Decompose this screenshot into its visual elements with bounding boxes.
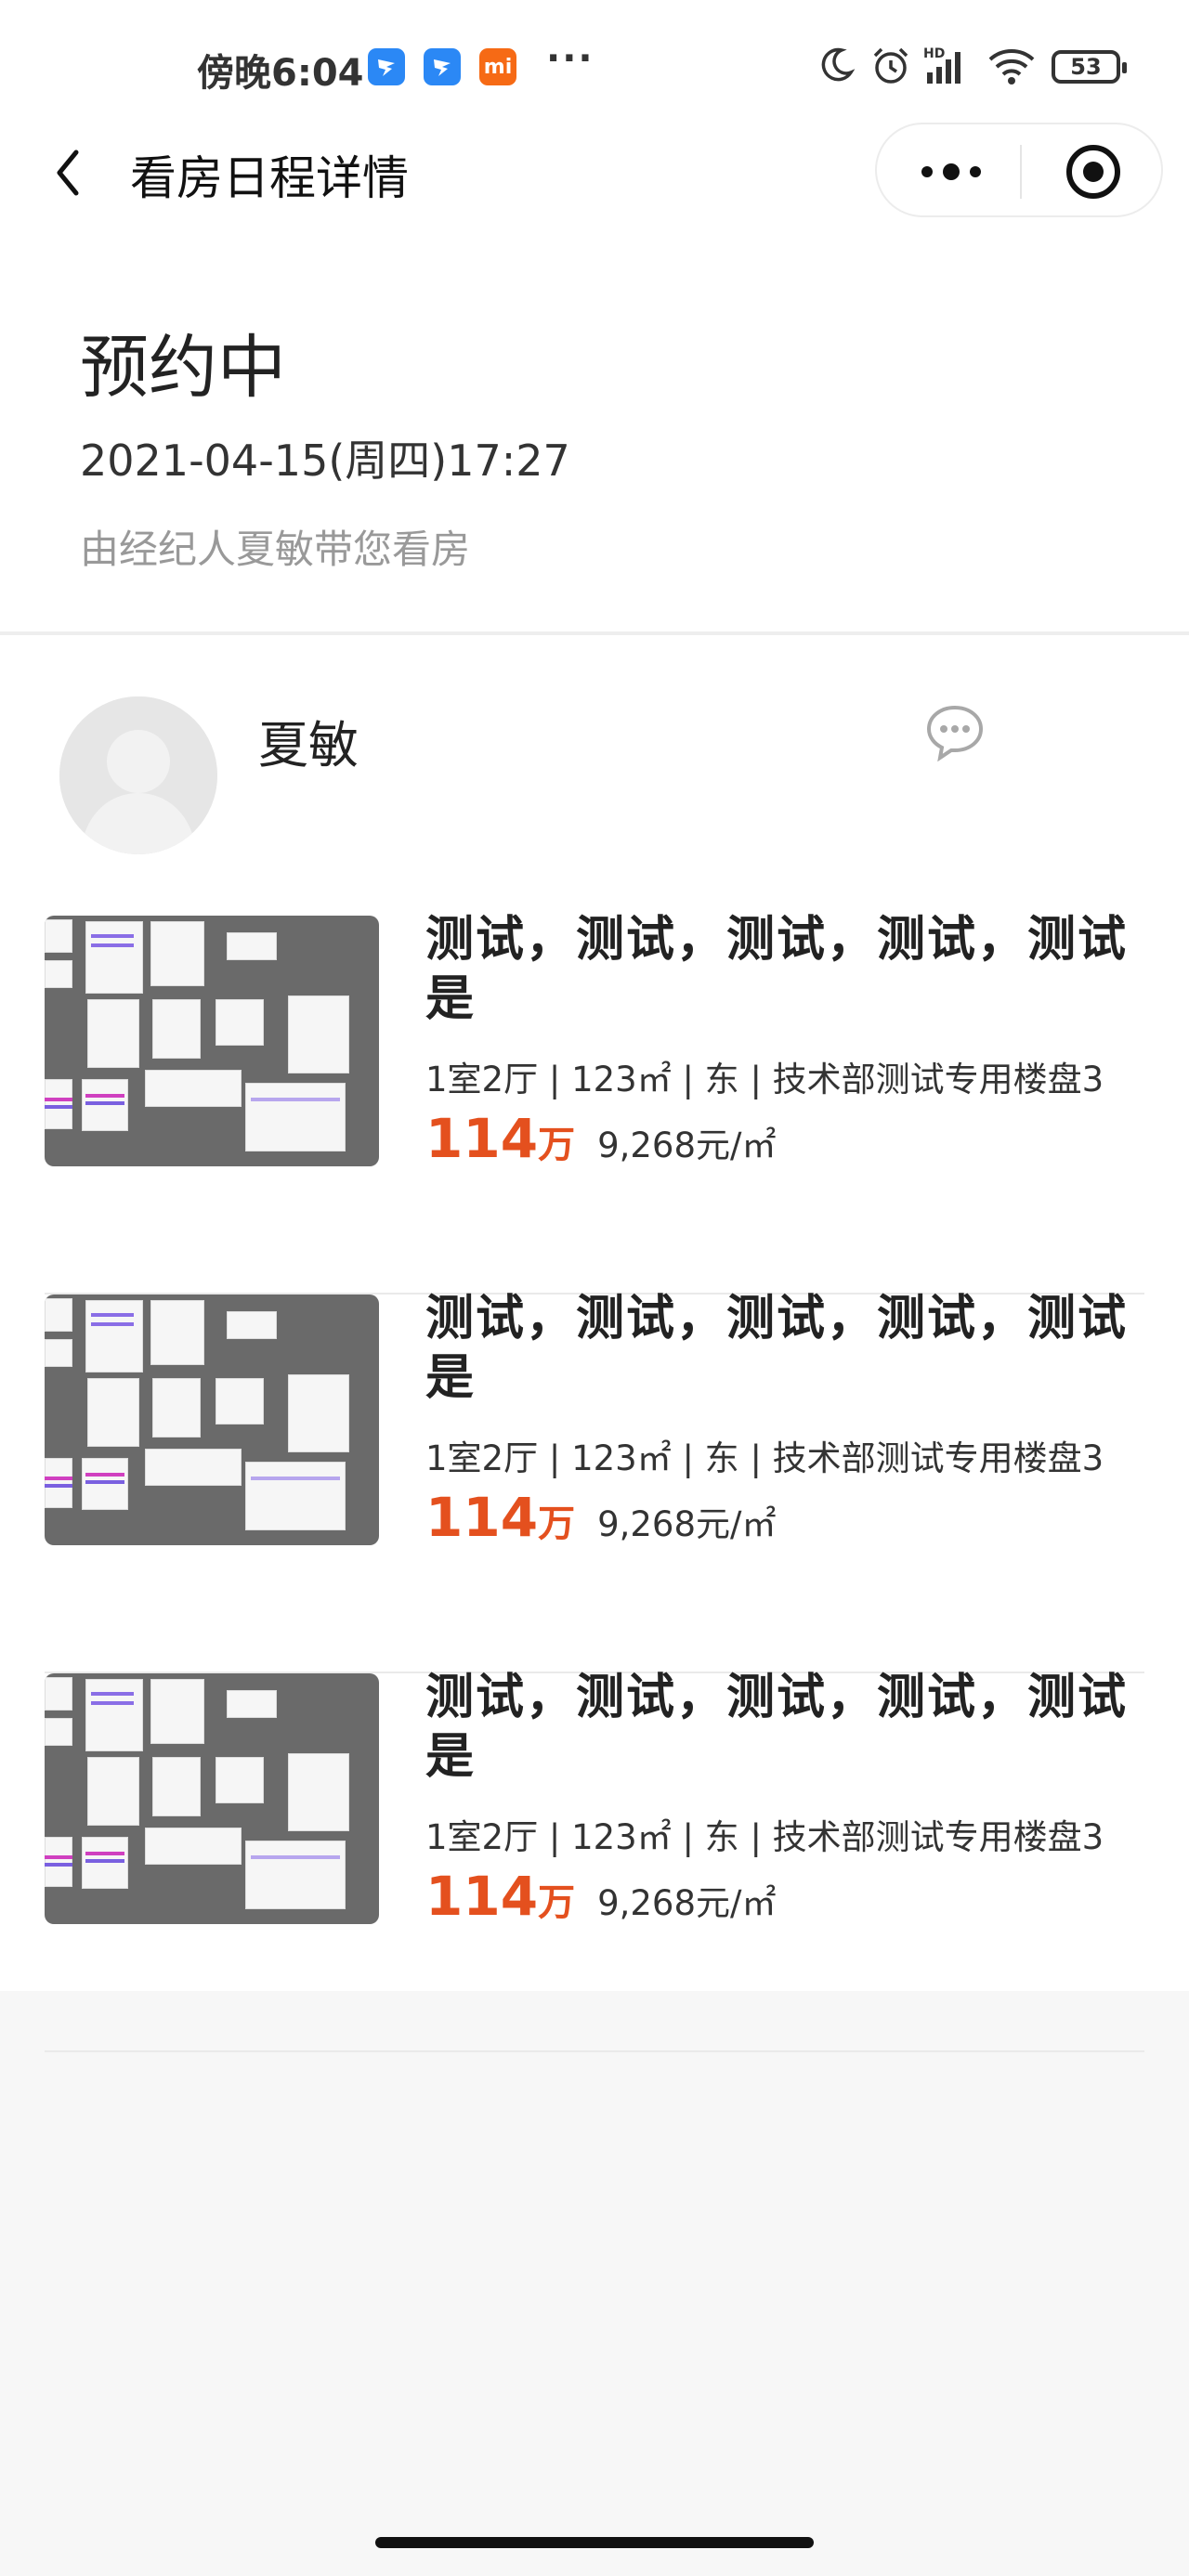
listing-thumbnail	[45, 1295, 379, 1545]
status-time: 傍晚6:04	[197, 52, 364, 95]
mini-program-capsule	[875, 123, 1163, 217]
unit-price: 9,268元/㎡	[597, 1125, 777, 1165]
listing-card[interactable]: 测试，测试，测试，测试，测试是 1室2厅 | 123㎡ | 东 | 技术部测试专…	[45, 912, 1144, 1295]
agent-and-listings: 夏敏 测试，测试，测试，测试，测试是 1室2厅 | 123㎡ | 东 | 技术部…	[0, 635, 1189, 2052]
listing-title: 测试，测试，测试，测试，测试是	[425, 1670, 1129, 1785]
battery-level: 53	[1070, 54, 1102, 80]
chat-bubble-icon[interactable]	[925, 704, 985, 761]
unit-price: 9,268元/㎡	[597, 1504, 777, 1544]
listing-card[interactable]: 测试，测试，测试，测试，测试是 1室2厅 | 123㎡ | 东 | 技术部测试专…	[45, 1670, 1144, 2052]
back-arrow-icon[interactable]	[46, 145, 93, 201]
dingtalk-icon	[368, 48, 405, 85]
dingtalk-icon	[424, 48, 461, 85]
listing-thumbnail	[45, 1673, 379, 1924]
default-avatar-icon	[59, 696, 217, 854]
listing-meta: 1室2厅 | 123㎡ | 东 | 技术部测试专用楼盘3	[425, 1817, 1104, 1857]
wifi-icon	[988, 49, 1035, 85]
schedule-header: 预约中 2021-04-15(周四)17:27 由经纪人夏敏带您看房	[0, 223, 1189, 631]
home-indicator[interactable]	[375, 2537, 814, 2548]
price-unit: 万	[538, 1124, 576, 1166]
appointment-datetime: 2021-04-15(周四)17:27	[80, 436, 570, 486]
xiaomi-icon: mi	[479, 48, 516, 85]
more-options-icon[interactable]	[914, 150, 988, 193]
svg-text:HD: HD	[923, 46, 945, 61]
price-unit: 万	[538, 1881, 576, 1924]
listing-price: 114	[425, 1865, 539, 1928]
listing-meta: 1室2厅 | 123㎡ | 东 | 技术部测试专用楼盘3	[425, 1438, 1104, 1478]
close-mini-program-icon[interactable]	[1065, 143, 1122, 201]
unit-price: 9,268元/㎡	[597, 1883, 777, 1923]
listing-price: 114	[425, 1486, 539, 1549]
more-notifications-icon: ···	[546, 37, 594, 80]
listing-thumbnail	[45, 916, 379, 1166]
moon-icon	[821, 47, 856, 82]
agent-note: 由经纪人夏敏带您看房	[80, 527, 471, 572]
appointment-status: 预约中	[80, 328, 286, 408]
page-title: 看房日程详情	[130, 151, 409, 205]
listing-price: 114	[425, 1107, 539, 1170]
price-row: 114万 9,268元/㎡	[425, 1107, 776, 1170]
listing-title: 测试，测试，测试，测试，测试是	[425, 1291, 1129, 1406]
capsule-divider	[1020, 145, 1022, 199]
nav-bar: 看房日程详情	[0, 121, 1189, 223]
agent-name: 夏敏	[258, 716, 359, 774]
alarm-icon	[873, 47, 908, 84]
listing-meta: 1室2厅 | 123㎡ | 东 | 技术部测试专用楼盘3	[425, 1060, 1104, 1099]
signal-hd-icon: HD	[923, 46, 960, 84]
price-unit: 万	[538, 1503, 576, 1545]
status-bar: 傍晚6:04 mi ··· HD 53	[0, 0, 1189, 121]
listing-title: 测试，测试，测试，测试，测试是	[425, 912, 1129, 1027]
listing-card[interactable]: 测试，测试，测试，测试，测试是 1室2厅 | 123㎡ | 东 | 技术部测试专…	[45, 1291, 1144, 1673]
price-row: 114万 9,268元/㎡	[425, 1865, 776, 1928]
page: 傍晚6:04 mi ··· HD 53 看房日程详情 预约中 2021-04-1…	[0, 0, 1189, 2576]
agent-avatar[interactable]	[59, 696, 217, 854]
price-row: 114万 9,268元/㎡	[425, 1486, 776, 1549]
battery-indicator: 53	[1052, 50, 1127, 84]
